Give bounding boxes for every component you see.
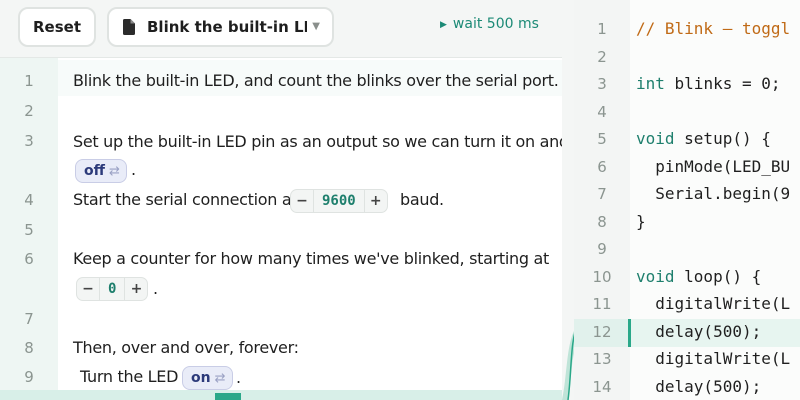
code-line-number: 3 bbox=[597, 75, 607, 93]
code-line-number: 13 bbox=[592, 350, 612, 368]
baud-stepper[interactable]: − 9600 + bbox=[290, 189, 388, 213]
swap-arrows-icon: ⇄ bbox=[108, 163, 120, 179]
prose-punct: . bbox=[236, 368, 241, 387]
prose-punct: . bbox=[131, 160, 136, 179]
led-off-toggle[interactable]: off ⇄ bbox=[75, 159, 127, 183]
code-line-number: 2 bbox=[597, 48, 607, 66]
code-line-number: 6 bbox=[597, 158, 607, 176]
code-line-3: int blinks = 0; bbox=[636, 74, 781, 93]
wait-label: wait 500 ms bbox=[452, 16, 539, 32]
file-select-button[interactable]: Blink the built-in LED ▼ bbox=[107, 7, 334, 47]
prose-line-number: 2 bbox=[24, 102, 34, 120]
file-icon bbox=[123, 19, 135, 35]
code-line-number: 1 bbox=[597, 20, 607, 38]
code-keyword: void bbox=[636, 129, 675, 148]
toggle-value: off bbox=[84, 163, 105, 179]
toolbar: Reset Blink the built-in LED ▼ ▶ wait 500… bbox=[0, 0, 562, 58]
code-line-number: 10 bbox=[592, 268, 612, 286]
code-line-number: 9 bbox=[597, 240, 607, 258]
prose-line-4-end: baud. bbox=[400, 190, 444, 209]
swap-arrows-icon: ⇄ bbox=[214, 370, 226, 386]
code-line-7: Serial.begin(9 bbox=[636, 184, 791, 203]
code-line-5: void setup() { bbox=[636, 129, 771, 148]
code-text: loop() { bbox=[674, 267, 762, 286]
prose-line-6: Keep a counter for how many times we've … bbox=[73, 249, 549, 268]
prose-line-9: Turn the LED bbox=[80, 367, 179, 386]
reset-button[interactable]: Reset bbox=[18, 7, 96, 47]
code-text: blinks = 0; bbox=[664, 74, 781, 93]
active-line-highlight bbox=[0, 390, 562, 400]
code-line-10: void loop() { bbox=[636, 267, 761, 286]
chevron-down-icon: ▼ bbox=[312, 21, 320, 32]
play-triangle-icon: ▶ bbox=[440, 20, 447, 30]
prose-line-1: Blink the built-in LED, and count the bl… bbox=[73, 71, 559, 90]
prose-line-4: Start the serial connection at bbox=[73, 190, 298, 209]
prose-line-3: Set up the built-in LED pin as an output… bbox=[73, 132, 562, 151]
prose-line-number: 4 bbox=[24, 191, 34, 209]
file-name: Blink the built-in LED bbox=[147, 18, 307, 36]
prose-line-number: 3 bbox=[24, 132, 34, 150]
prose-line-number: 7 bbox=[24, 310, 34, 328]
code-line-number: 11 bbox=[592, 295, 612, 313]
code-line-number: 5 bbox=[597, 130, 607, 148]
prose-line-number: 9 bbox=[24, 368, 34, 386]
toggle-value: on bbox=[191, 370, 211, 386]
code-line-number: 14 bbox=[592, 378, 612, 396]
prose-pane: Reset Blink the built-in LED ▼ ▶ wait 500… bbox=[0, 0, 562, 400]
code-line-11: digitalWrite(L bbox=[636, 294, 791, 313]
active-step-chip[interactable] bbox=[215, 393, 241, 400]
code-line-number: 12 bbox=[592, 323, 612, 341]
code-comment: // Blink — toggl bbox=[636, 19, 791, 38]
code-line-13: digitalWrite(L bbox=[636, 349, 791, 368]
prose-line-number: 6 bbox=[24, 250, 34, 268]
prose-line-number: 5 bbox=[24, 221, 34, 239]
code-text: setup() { bbox=[674, 129, 771, 148]
code-line-8: } bbox=[636, 212, 646, 231]
wait-indicator: ▶ wait 500 ms bbox=[440, 16, 539, 32]
code-keyword: void bbox=[636, 267, 675, 286]
prose-line-number: 8 bbox=[24, 339, 34, 357]
code-line-number: 7 bbox=[597, 185, 607, 203]
code-line-number: 8 bbox=[597, 213, 607, 231]
counter-stepper[interactable]: − 0 + bbox=[76, 277, 149, 301]
decrement-button[interactable]: − bbox=[291, 193, 313, 209]
prose-line-8: Then, over and over, forever: bbox=[73, 338, 299, 357]
prose-punct: . bbox=[153, 279, 158, 298]
code-line-14: delay(500); bbox=[636, 377, 762, 396]
decrement-button[interactable]: − bbox=[77, 281, 99, 297]
code-pane: 1 2 3 4 5 6 7 8 9 10 11 12 13 14 // Blin… bbox=[574, 0, 800, 400]
increment-button[interactable]: + bbox=[125, 281, 147, 297]
led-on-toggle[interactable]: on ⇄ bbox=[182, 366, 233, 390]
prose-line-number: 1 bbox=[24, 72, 34, 90]
code-line-12: delay(500); bbox=[636, 322, 762, 341]
code-keyword: int bbox=[636, 74, 665, 93]
code-line-6: pinMode(LED_BU bbox=[636, 157, 791, 176]
counter-value[interactable]: 0 bbox=[99, 278, 126, 300]
baud-value[interactable]: 9600 bbox=[313, 190, 365, 212]
increment-button[interactable]: + bbox=[365, 193, 387, 209]
code-line-number: 4 bbox=[597, 103, 607, 121]
